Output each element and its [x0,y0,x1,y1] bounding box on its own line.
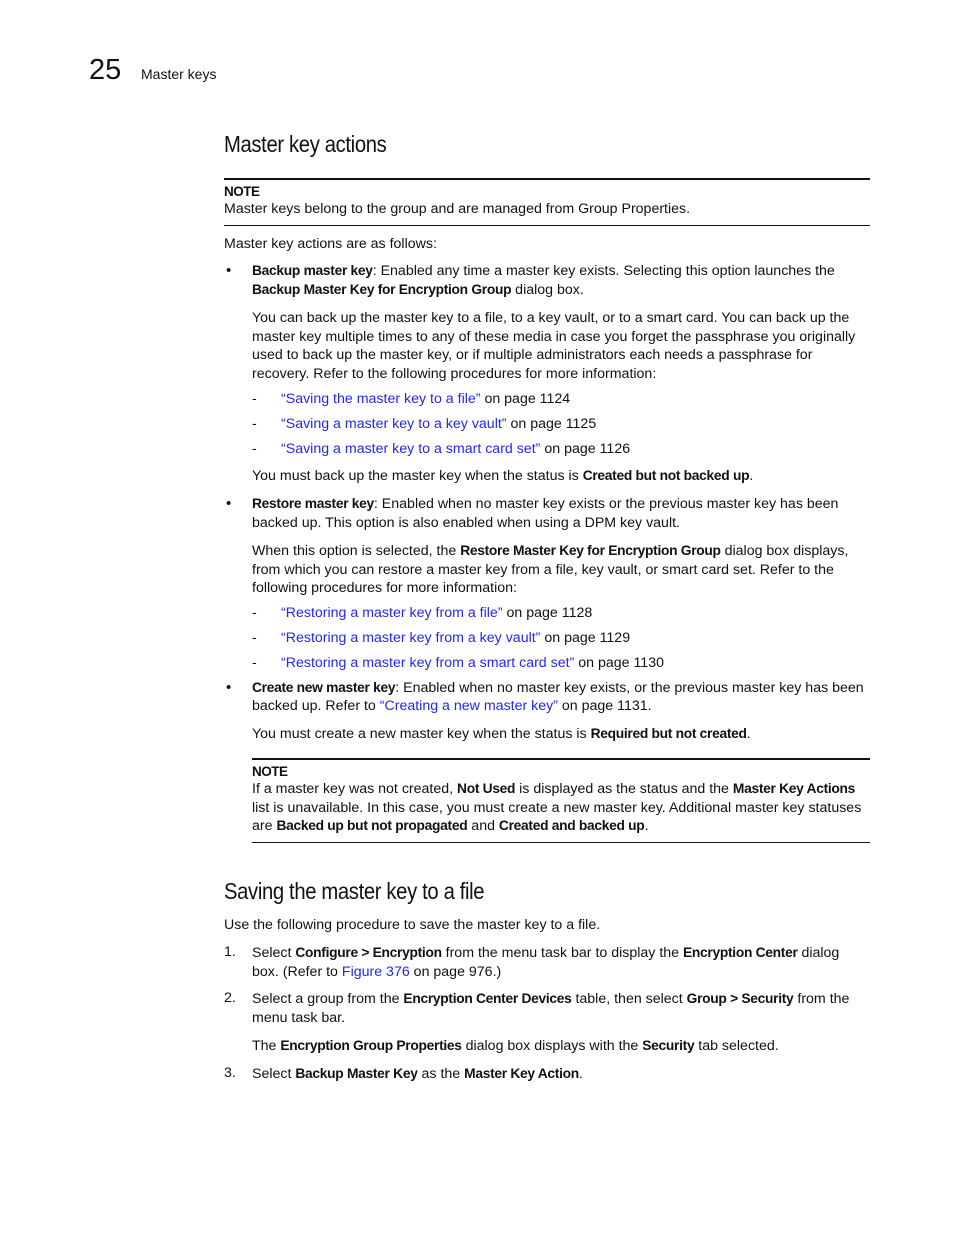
note-label: NOTE [252,764,288,780]
create-status: You must create a new master key when th… [252,726,751,743]
step-result: The Encryption Group Properties dialog b… [252,1037,779,1054]
cross-ref-link[interactable]: “Restoring a master key from a smart car… [281,655,574,671]
term: Restore master key [252,496,374,512]
note-label: NOTE [224,184,260,199]
cross-ref-link[interactable]: “Saving a master key to a smart card set… [281,441,540,457]
list-item: “Restoring a master key from a smart car… [252,654,870,673]
step-number: 1. [224,943,236,960]
cross-ref-link[interactable]: “Creating a new master key” [380,698,558,714]
list-item: “Saving a master key to a key vault” on … [252,415,870,434]
list-item-create: Create new master key: Enabled when no m… [224,679,870,843]
list-item: “Saving a master key to a smart card set… [252,440,870,459]
section-title: Master key actions [224,131,387,157]
restore-links: “Restoring a master key from a file” on … [252,604,870,672]
backup-description: You can back up the master key to a file… [252,309,856,383]
figure-link[interactable]: Figure 376 [342,964,410,980]
step-2: 2. Select a group from the Encryption Ce… [224,990,870,1055]
list-item-restore: Restore master key: Enabled when no mast… [224,495,870,672]
cross-ref-link[interactable]: “Restoring a master key from a file” [281,605,503,621]
list-item-backup: Backup master key: Enabled any time a ma… [224,262,870,486]
section-title: Saving the master key to a file [224,878,485,904]
note-box: NOTE Master keys belong to the group and… [224,178,870,226]
section-master-key-actions: Master key actions NOTE Master keys belo… [224,131,870,843]
note-box: NOTE If a master key was not created, No… [252,758,870,843]
step-number: 2. [224,990,236,1007]
step-1: 1. Select Configure > Encryption from th… [224,943,840,980]
section-saving-master-key: Saving the master key to a file Use the … [224,878,870,1084]
restore-description: When this option is selected, the Restor… [252,542,849,597]
backup-links: “Saving the master key to a file” on pag… [252,390,870,458]
note-text: Master keys belong to the group and are … [224,201,691,217]
cross-ref-link[interactable]: “Saving the master key to a file” [281,391,481,407]
intro-text: Master key actions are as follows: [224,235,437,252]
step-3: 3. Select Backup Master Key as the Maste… [224,1064,583,1082]
chapter-title: Master keys [141,66,217,82]
term: Create new master key [252,679,396,695]
backup-status: You must back up the master key when the… [252,468,754,485]
chapter-number: 25 [89,54,122,86]
term: Backup master key [252,263,373,279]
cross-ref-link[interactable]: “Restoring a master key from a key vault… [281,630,540,646]
cross-ref-link[interactable]: “Saving a master key to a key vault” [281,416,507,432]
list-item: “Saving the master key to a file” on pag… [252,390,870,409]
note-text: If a master key was not created, Not Use… [252,781,862,835]
list-item: “Restoring a master key from a file” on … [252,604,870,623]
step-number: 3. [224,1064,236,1081]
list-item: “Restoring a master key from a key vault… [252,629,870,648]
intro-text: Use the following procedure to save the … [224,917,601,933]
